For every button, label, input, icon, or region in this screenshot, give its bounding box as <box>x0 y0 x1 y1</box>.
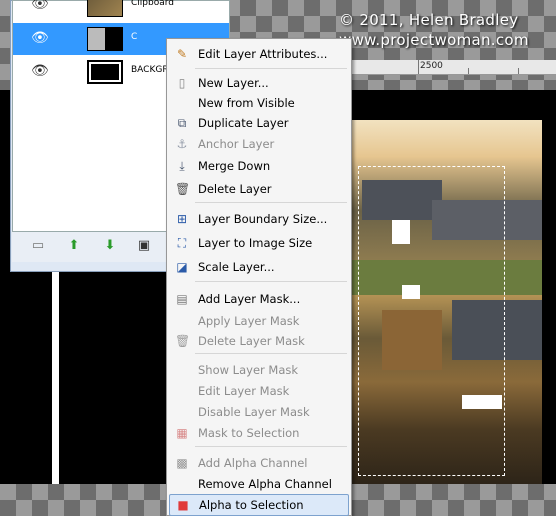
menu-item-edit-layer-mask[interactable]: Edit Layer Mask <box>169 381 349 401</box>
edit-attributes-icon: ✎ <box>176 47 188 61</box>
watermark-line-1: © 2011, Helen Bradley <box>339 11 519 29</box>
layer-context-menu: ✎ Edit Layer Attributes... ▯ New Layer..… <box>166 38 352 516</box>
menu-item-disable-layer-mask[interactable]: Disable Layer Mask <box>169 402 349 422</box>
merge-down-icon: ⤓ <box>179 159 185 173</box>
delete-layer-icon: 🗑 <box>175 182 191 196</box>
menu-item-duplicate-layer[interactable]: ⧉ Duplicate Layer <box>169 113 349 133</box>
menu-item-delete-layer-mask[interactable]: 🗑 Delete Layer Mask <box>169 331 349 351</box>
lower-layer-icon[interactable]: ⬇ <box>102 238 118 254</box>
menu-item-scale-layer[interactable]: ◪ Scale Layer... <box>169 257 349 277</box>
menu-item-remove-alpha-channel[interactable]: Remove Alpha Channel <box>169 474 349 494</box>
alpha-to-selection-icon: ■ <box>177 498 189 512</box>
menu-item-layer-to-image-size[interactable]: ⛶ Layer to Image Size <box>169 233 349 253</box>
visibility-eye-icon[interactable]: 👁 <box>31 0 49 11</box>
canvas-white-stripe <box>52 270 59 484</box>
menu-item-mask-to-selection[interactable]: ▦ Mask to Selection <box>169 423 349 443</box>
duplicate-layer-icon[interactable]: ▣ <box>136 238 152 254</box>
layer-thumbnail <box>87 0 123 17</box>
menu-item-merge-down[interactable]: ⤓ Merge Down <box>169 156 349 176</box>
mask-to-selection-icon: ▦ <box>176 426 188 440</box>
visibility-eye-icon[interactable]: 👁 <box>31 64 49 78</box>
anchor-icon: ⚓ <box>176 137 188 151</box>
delete-mask-icon: 🗑 <box>175 334 191 348</box>
layer-name: Clipboard <box>131 0 174 8</box>
new-layer-icon: ▯ <box>178 76 186 90</box>
scale-layer-icon: ◪ <box>176 260 188 274</box>
menu-item-add-alpha-channel[interactable]: ▩ Add Alpha Channel <box>169 453 349 473</box>
layer-boundary-icon: ⊞ <box>176 212 188 226</box>
layer-row-clipboard[interactable]: 👁 Clipboard <box>13 0 229 21</box>
menu-item-new-layer[interactable]: ▯ New Layer... <box>169 73 349 93</box>
raise-layer-icon[interactable]: ⬆ <box>66 238 82 254</box>
layer-to-image-icon: ⛶ <box>177 236 187 250</box>
menu-item-alpha-to-selection[interactable]: ■ Alpha to Selection <box>169 494 349 516</box>
layer-name: C <box>131 32 138 42</box>
add-mask-icon: ▤ <box>176 292 188 306</box>
menu-item-delete-layer[interactable]: 🗑 Delete Layer <box>169 179 349 199</box>
watermark-line-2: www.projectwoman.com <box>339 31 529 49</box>
layer-name: BACKGR <box>131 65 169 75</box>
duplicate-layer-icon: ⧉ <box>177 116 187 130</box>
menu-item-show-layer-mask[interactable]: Show Layer Mask <box>169 360 349 380</box>
menu-item-layer-boundary-size[interactable]: ⊞ Layer Boundary Size... <box>169 209 349 229</box>
menu-item-new-from-visible[interactable]: New from Visible <box>169 93 349 113</box>
selection-marquee <box>358 166 505 476</box>
add-alpha-icon: ▩ <box>176 456 188 470</box>
menu-item-apply-layer-mask[interactable]: Apply Layer Mask <box>169 311 349 331</box>
watermark: © 2011, Helen Bradley www.projectwoman.c… <box>339 10 529 50</box>
menu-item-anchor-layer[interactable]: ⚓ Anchor Layer <box>169 134 349 154</box>
visibility-eye-icon[interactable]: 👁 <box>31 31 49 45</box>
layer-thumbnail <box>87 60 123 84</box>
ruler-label: 2500 <box>420 61 443 71</box>
horizontal-ruler: 2500 <box>350 60 556 75</box>
layer-thumbnail <box>87 27 123 51</box>
new-layer-icon[interactable]: ▭ <box>30 238 46 254</box>
menu-item-add-layer-mask[interactable]: ▤ Add Layer Mask... <box>169 289 349 309</box>
menu-item-edit-layer-attributes[interactable]: ✎ Edit Layer Attributes... <box>169 44 349 64</box>
